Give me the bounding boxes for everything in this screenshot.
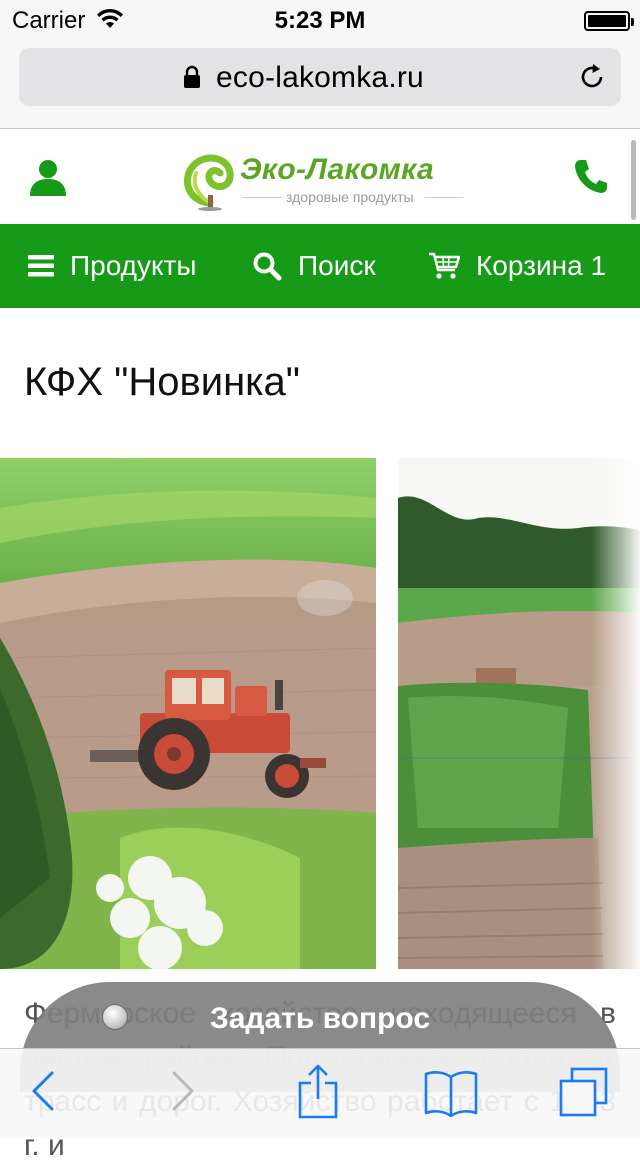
battery-icon — [584, 11, 634, 31]
logo-title: Эко-Лакомка — [240, 153, 435, 186]
logo-subtitle: здоровые продукты — [286, 189, 414, 205]
bookmarks-icon[interactable] — [424, 1069, 478, 1117]
back-icon[interactable] — [30, 1069, 56, 1113]
clock: 5:23 PM — [274, 7, 366, 34]
nav-cart-label: Корзина — [476, 250, 583, 281]
farm-photo-field[interactable] — [398, 458, 640, 969]
menu-icon — [28, 255, 54, 277]
nav-search[interactable]: Поиск — [252, 224, 376, 308]
site-header: Эко-Лакомка здоровые продукты — [0, 129, 640, 224]
nav-products[interactable]: Продукты — [28, 224, 197, 308]
nav-cart[interactable]: Корзина 1 — [428, 224, 606, 308]
browser-toolbar — [0, 1048, 640, 1137]
tabs-icon[interactable] — [558, 1067, 610, 1119]
logo-divider-left — [242, 197, 282, 198]
forward-icon[interactable] — [170, 1069, 196, 1113]
nav-search-label: Поиск — [298, 250, 376, 281]
user-icon[interactable] — [28, 158, 68, 196]
logo-divider-right — [425, 197, 463, 198]
phone-icon[interactable] — [574, 158, 608, 194]
share-icon[interactable] — [296, 1063, 340, 1119]
cart-count: 1 — [590, 250, 607, 281]
reload-icon[interactable] — [577, 62, 607, 92]
site-logo[interactable]: Эко-Лакомка здоровые продукты — [180, 143, 470, 215]
url-text[interactable]: eco-lakomka.ru — [19, 61, 621, 95]
cart-icon — [429, 252, 460, 279]
farm-photo-tractor[interactable] — [0, 458, 376, 969]
status-bar: Carrier 5:23 PM — [0, 0, 640, 40]
search-icon — [253, 252, 282, 281]
page-title: КФХ "Новинка" — [24, 360, 300, 404]
ask-question-label: Задать вопрос — [209, 1002, 431, 1035]
browser-address-area: eco-lakomka.ru — [0, 40, 640, 129]
scroll-indicator — [631, 140, 636, 220]
logo-swirl-icon — [183, 154, 234, 211]
address-bar[interactable]: eco-lakomka.ru — [19, 48, 621, 106]
nav-products-label: Продукты — [70, 250, 197, 281]
main-nav: Продукты Поиск Корзина 1 — [0, 224, 640, 308]
